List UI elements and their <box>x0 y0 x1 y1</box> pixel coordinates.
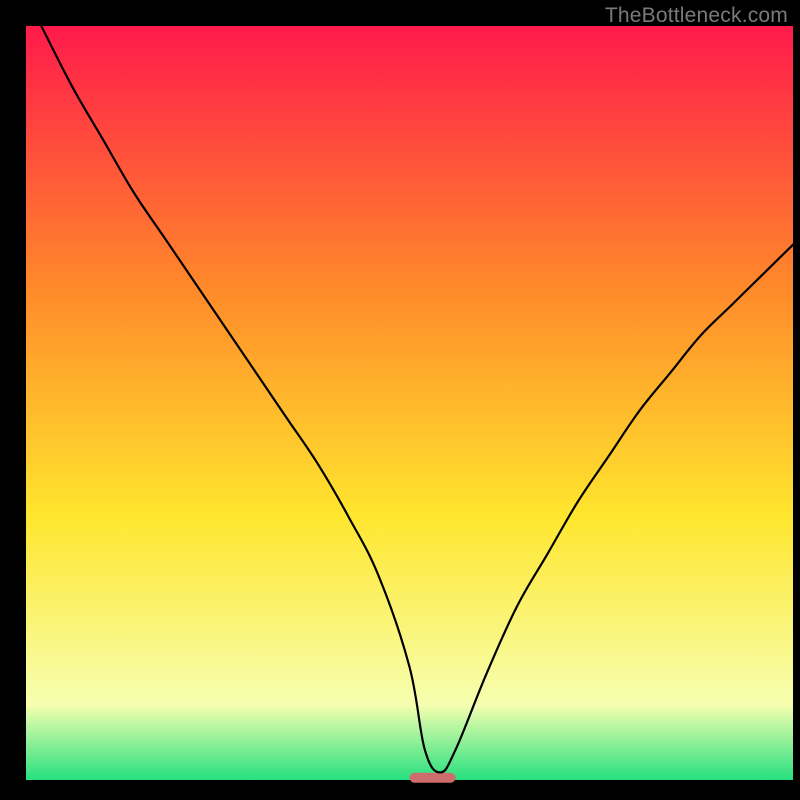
minimum-marker <box>410 773 456 783</box>
watermark-text: TheBottleneck.com <box>605 4 788 28</box>
chart-frame: TheBottleneck.com <box>0 0 800 800</box>
bottleneck-chart <box>0 0 800 800</box>
